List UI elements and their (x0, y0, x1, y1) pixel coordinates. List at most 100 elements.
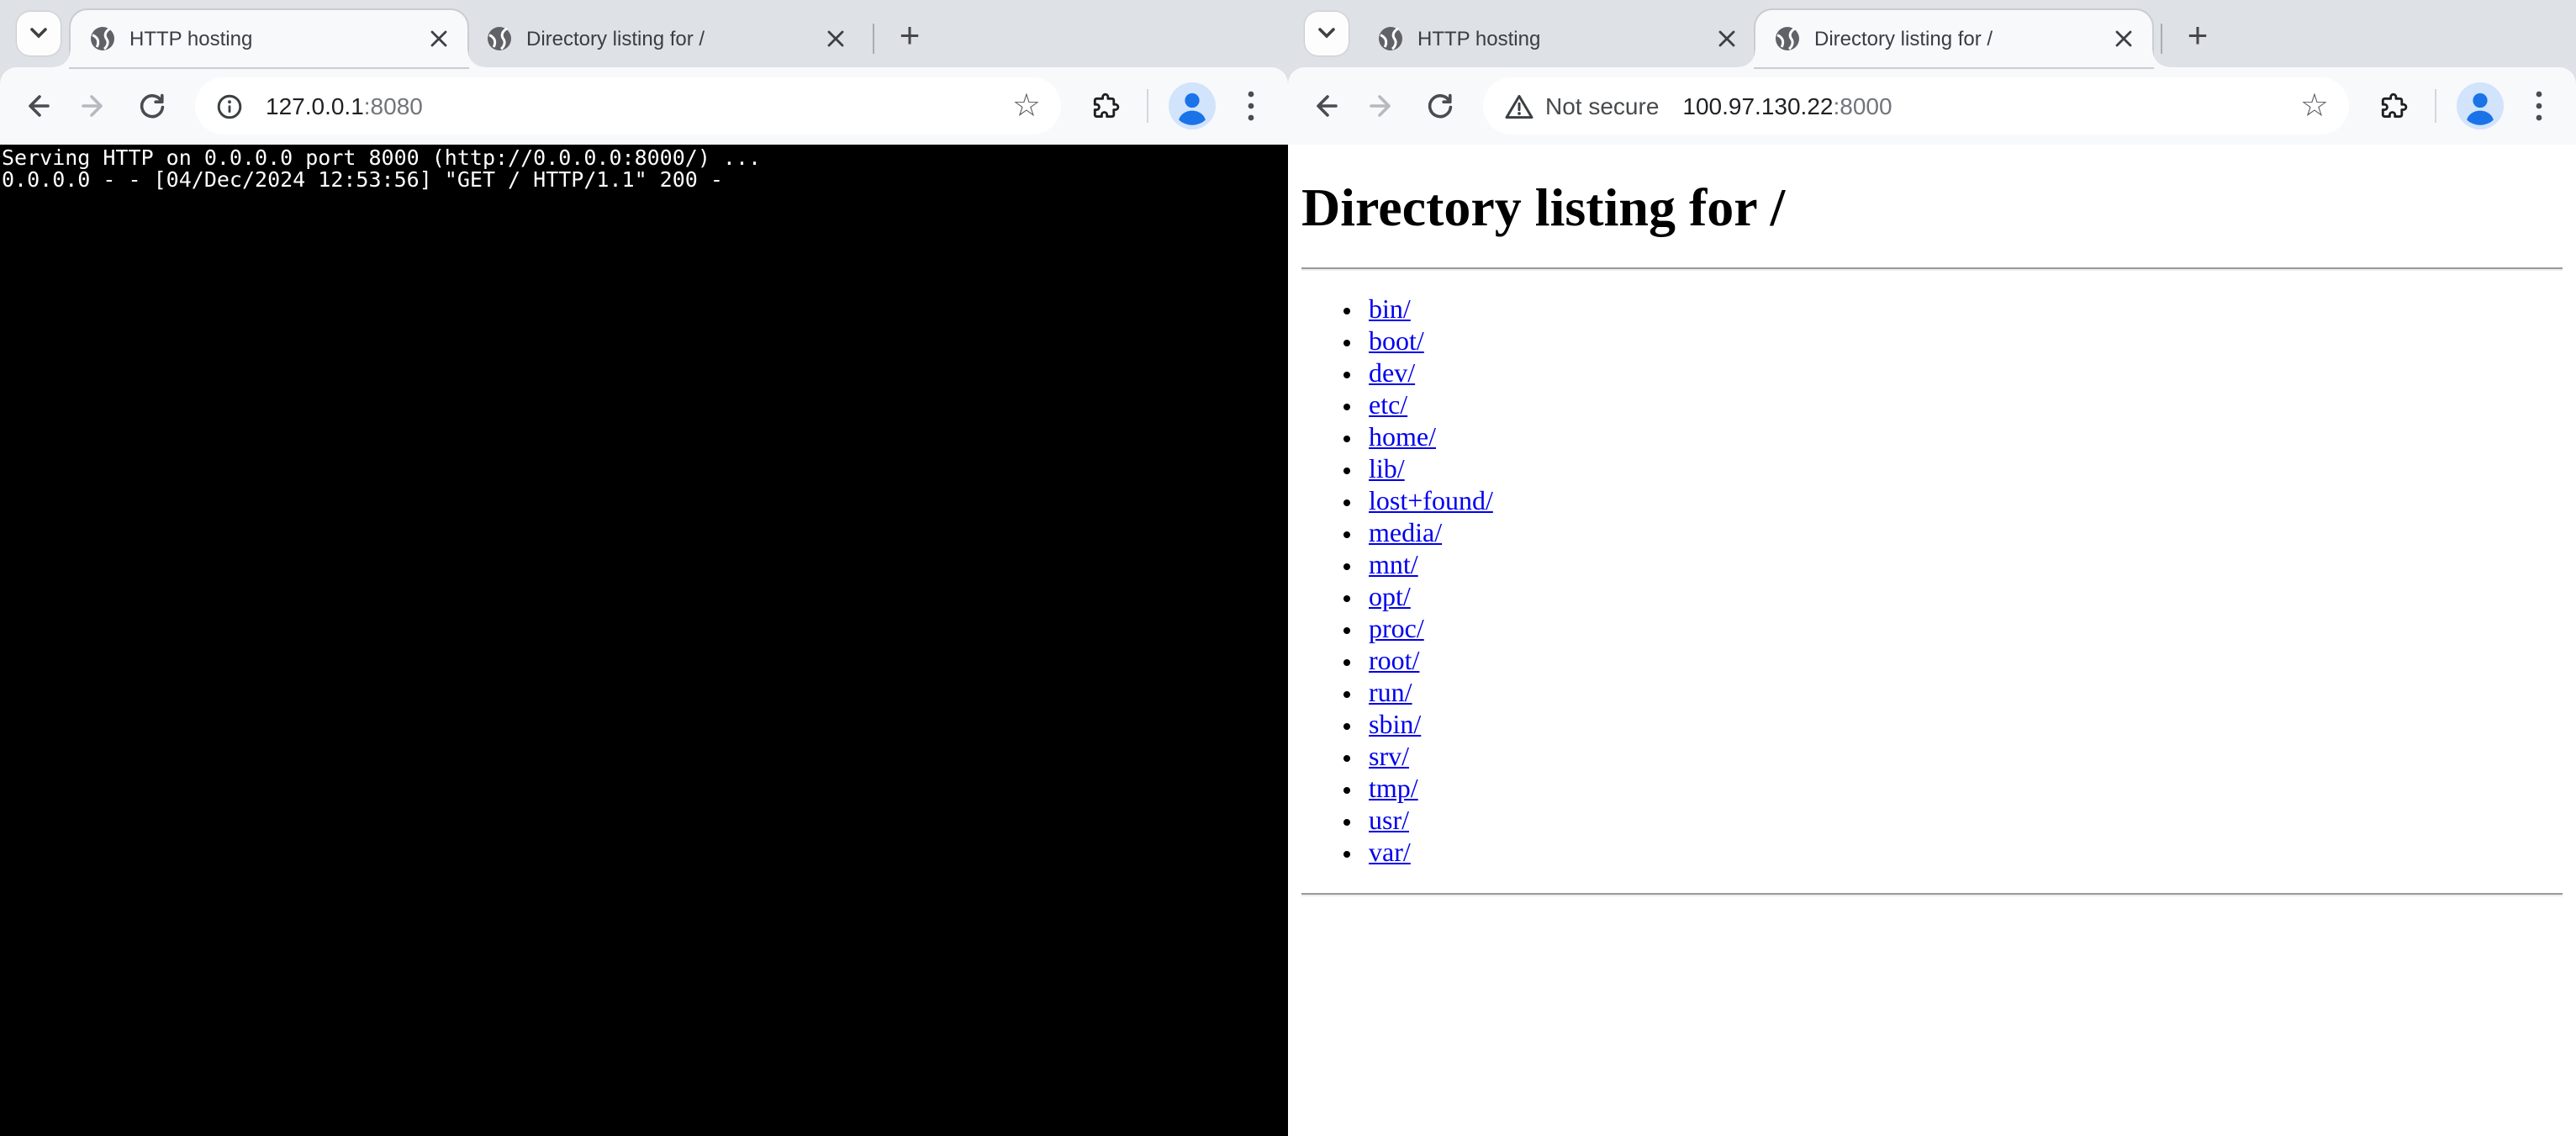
extensions-button[interactable] (1076, 77, 1133, 135)
directory-link[interactable]: tmp/ (1369, 775, 1418, 804)
page-info-icon[interactable] (217, 93, 242, 119)
directory-link[interactable]: bin/ (1369, 296, 1411, 325)
divider (1301, 893, 2563, 896)
toolbar-right: Not secure 100.97.130.22:8000 ☆ (1288, 67, 2576, 145)
back-button[interactable] (1296, 77, 1354, 135)
terminal-page: Serving HTTP on 0.0.0.0 port 8000 (http:… (0, 145, 1288, 1136)
tab-close-button[interactable] (821, 24, 851, 54)
new-tab-button[interactable]: + (2174, 13, 2221, 61)
directory-link[interactable]: lib/ (1369, 456, 1405, 484)
directory-list-item: boot/ (1369, 326, 2563, 358)
close-icon (827, 30, 844, 47)
browser-window-right: HTTP hosting Directory listing for / + (1288, 0, 2576, 1136)
reload-icon (137, 92, 166, 120)
directory-list-item: sbin/ (1369, 710, 2563, 742)
puzzle-extensions-icon (1090, 91, 1120, 121)
directory-list-item: var/ (1369, 837, 2563, 869)
page-title: Directory listing for / (1301, 177, 2563, 239)
directory-link[interactable]: home/ (1369, 424, 1436, 452)
bookmark-star-button[interactable]: ☆ (1009, 90, 1044, 122)
new-tab-button[interactable]: + (886, 13, 933, 61)
address-bar[interactable]: 127.0.0.1:8080 ☆ (195, 77, 1061, 135)
tab-title: HTTP hosting (1417, 27, 1712, 50)
bookmark-star-button[interactable]: ☆ (2297, 90, 2332, 122)
browser-menu-button[interactable] (2510, 77, 2568, 135)
directory-list-item: tmp/ (1369, 774, 2563, 806)
tab-close-button[interactable] (1712, 24, 1742, 54)
forward-arrow-icon (79, 91, 109, 121)
profile-avatar-button[interactable] (2457, 82, 2504, 129)
server-log: Serving HTTP on 0.0.0.0 port 8000 (http:… (0, 145, 1288, 192)
directory-link[interactable]: srv/ (1369, 743, 1409, 772)
toolbar-left: 127.0.0.1:8080 ☆ (0, 67, 1288, 145)
tab-search-button[interactable] (17, 12, 61, 55)
directory-link[interactable]: mnt/ (1369, 552, 1418, 580)
directory-list-item: proc/ (1369, 614, 2563, 646)
tab-title: HTTP hosting (129, 27, 424, 50)
close-icon (1718, 30, 1735, 47)
globe-favicon-icon (1377, 25, 1404, 52)
directory-link[interactable]: run/ (1369, 679, 1412, 708)
toolbar-divider (2435, 89, 2436, 123)
tab-strip-right: HTTP hosting Directory listing for / + (1288, 0, 2576, 67)
back-arrow-icon (1310, 91, 1340, 121)
not-secure-warning-icon[interactable] (1505, 93, 1533, 119)
browser-menu-button[interactable] (1222, 77, 1280, 135)
tab-directory-listing[interactable]: Directory listing for / (467, 10, 864, 67)
directory-list-item: usr/ (1369, 806, 2563, 837)
tab-search-button[interactable] (1305, 12, 1349, 55)
close-icon (2115, 30, 2132, 47)
directory-list-item: lost+found/ (1369, 486, 2563, 518)
profile-avatar-icon (1169, 82, 1216, 129)
tab-close-button[interactable] (424, 24, 454, 54)
back-arrow-icon (22, 91, 52, 121)
directory-list-item: etc/ (1369, 390, 2563, 422)
directory-link[interactable]: dev/ (1369, 360, 1415, 388)
back-button[interactable] (8, 77, 66, 135)
security-chip-label[interactable]: Not secure (1545, 92, 1659, 119)
directory-list-item: dev/ (1369, 358, 2563, 390)
tab-close-button[interactable] (2109, 24, 2139, 54)
tab-title: Directory listing for / (526, 27, 821, 50)
forward-button[interactable] (66, 77, 123, 135)
screen: HTTP hosting Directory listing for / + (0, 0, 2576, 1136)
directory-list-item: lib/ (1369, 454, 2563, 486)
tab-strip-left: HTTP hosting Directory listing for / + (0, 0, 1288, 67)
profile-avatar-button[interactable] (1169, 82, 1216, 129)
tab-directory-listing[interactable]: Directory listing for / (1755, 10, 2152, 67)
globe-favicon-icon (89, 25, 116, 52)
directory-link[interactable]: opt/ (1369, 584, 1411, 612)
directory-list-item: root/ (1369, 646, 2563, 678)
directory-link[interactable]: lost+found/ (1369, 488, 1493, 516)
globe-favicon-icon (486, 25, 513, 52)
divider (1301, 267, 2563, 271)
directory-list-item: srv/ (1369, 742, 2563, 774)
forward-button[interactable] (1354, 77, 1411, 135)
extensions-button[interactable] (2364, 77, 2421, 135)
directory-link[interactable]: boot/ (1369, 328, 1424, 357)
directory-list-item: mnt/ (1369, 550, 2563, 582)
reload-icon (1425, 92, 1454, 120)
tab-http-hosting[interactable]: HTTP hosting (1359, 10, 1755, 67)
directory-list-item: media/ (1369, 518, 2563, 550)
reload-button[interactable] (1411, 77, 1468, 135)
directory-link[interactable]: usr/ (1369, 807, 1409, 836)
directory-link[interactable]: etc/ (1369, 392, 1407, 420)
tab-title: Directory listing for / (1814, 27, 2109, 50)
toolbar-divider (1147, 89, 1148, 123)
browser-window-left: HTTP hosting Directory listing for / + (0, 0, 1288, 1136)
directory-list-item: bin/ (1369, 294, 2563, 326)
kebab-menu-icon (1248, 91, 1254, 121)
directory-link[interactable]: media/ (1369, 520, 1442, 548)
tab-http-hosting[interactable]: HTTP hosting (71, 10, 467, 67)
directory-link[interactable]: sbin/ (1369, 711, 1421, 740)
directory-link[interactable]: root/ (1369, 647, 1419, 676)
directory-list: bin/boot/dev/etc/home/lib/lost+found/med… (1301, 294, 2563, 869)
directory-link[interactable]: var/ (1369, 839, 1411, 868)
address-bar[interactable]: Not secure 100.97.130.22:8000 ☆ (1483, 77, 2349, 135)
directory-list-item: opt/ (1369, 582, 2563, 614)
reload-button[interactable] (123, 77, 180, 135)
tab-separator (873, 24, 874, 54)
directory-link[interactable]: proc/ (1369, 616, 1424, 644)
directory-list-item: run/ (1369, 678, 2563, 710)
